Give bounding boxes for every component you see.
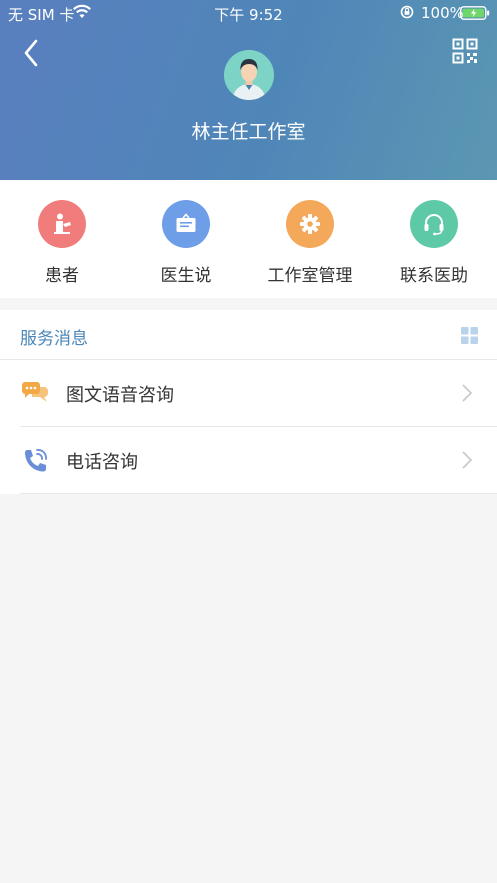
gear-icon [286, 200, 334, 248]
action-patients[interactable]: 患者 [0, 180, 124, 298]
quick-actions: 患者 医生说 工作室管理 联系医助 [0, 180, 497, 298]
list-item-label: 电话咨询 [66, 452, 138, 473]
list-item-label: 图文语音咨询 [66, 385, 174, 406]
back-button[interactable] [20, 38, 48, 68]
divider [20, 493, 497, 494]
action-contact-assistant[interactable]: 联系医助 [372, 180, 496, 298]
phone-icon [22, 447, 50, 477]
action-label: 患者 [45, 266, 79, 286]
grid-icon[interactable] [461, 327, 478, 348]
action-label: 医生说 [160, 266, 212, 286]
battery-icon [460, 6, 490, 24]
action-label: 工作室管理 [267, 266, 353, 286]
patient-icon [38, 200, 86, 248]
header: 无 SIM 卡 下午 9:52 100% 林主任工作室 [0, 0, 497, 180]
section-title: 服务消息 [20, 329, 88, 349]
headset-icon [410, 200, 458, 248]
action-label: 联系医助 [400, 266, 468, 286]
chat-bubbles-icon [22, 380, 50, 410]
chevron-right-icon [461, 450, 473, 474]
qr-code-icon [452, 38, 478, 64]
doctor-avatar[interactable] [224, 50, 274, 100]
action-doctor-says[interactable]: 医生说 [124, 180, 248, 298]
doctor-avatar-icon [224, 50, 274, 100]
rotation-lock-icon [400, 5, 414, 23]
status-bar: 无 SIM 卡 下午 9:52 100% [0, 0, 497, 26]
chevron-left-icon [24, 39, 38, 67]
action-studio-management[interactable]: 工作室管理 [248, 180, 372, 298]
chevron-right-icon [461, 383, 473, 407]
service-messages-section: 服务消息 图文语音咨询 电话咨询 [0, 310, 497, 494]
list-item-phone-consult[interactable]: 电话咨询 [0, 427, 497, 493]
qr-code-button[interactable] [452, 38, 478, 64]
doctor-says-icon [162, 200, 210, 248]
battery-percent: 100% [421, 4, 464, 22]
studio-title: 林主任工作室 [191, 121, 306, 143]
list-item-image-voice-consult[interactable]: 图文语音咨询 [0, 360, 497, 426]
